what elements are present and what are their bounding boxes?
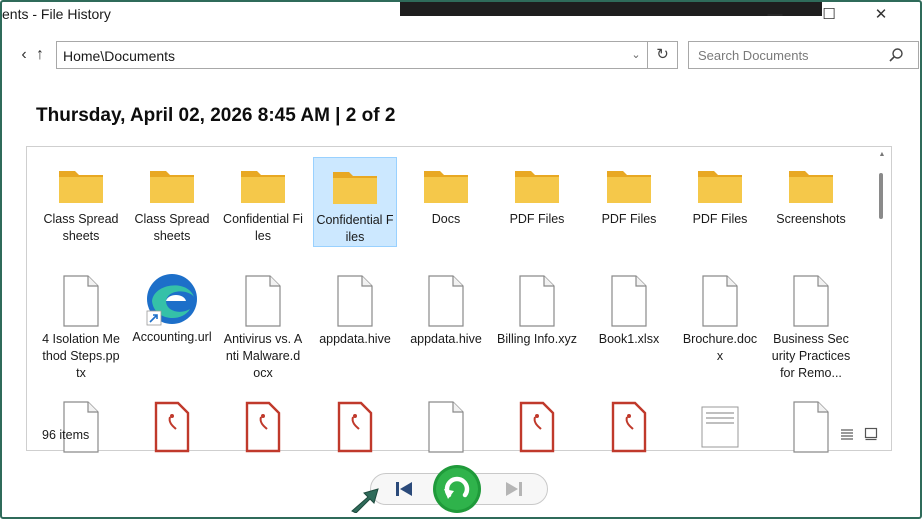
search-box[interactable]: Search Documents: [688, 41, 919, 69]
previous-version-button[interactable]: [390, 475, 418, 503]
item-label: 4 Isolation Method Steps.pptx: [42, 332, 120, 380]
folder-item[interactable]: Class Spreadsheets: [39, 157, 123, 245]
folder-icon: [424, 171, 468, 203]
file-icon: [337, 275, 373, 327]
folder-icon: [241, 171, 285, 203]
details-view-icon[interactable]: [840, 427, 854, 441]
item-label: Docs: [431, 212, 461, 226]
item-label: Brochure.docx: [682, 332, 758, 363]
file-icon: [793, 275, 829, 327]
folder-item[interactable]: Docs: [404, 157, 488, 228]
folder-item[interactable]: PDF Files: [587, 157, 671, 228]
item-label: Screenshots: [776, 212, 846, 226]
scroll-thumb[interactable]: [879, 173, 883, 219]
folder-icon: [333, 172, 377, 204]
up-button[interactable]: ↑: [30, 44, 50, 66]
item-label: appdata.hive: [319, 332, 391, 346]
maximize-button[interactable]: ☐: [814, 2, 844, 28]
item-label: Class Spreadsheets: [43, 212, 119, 243]
item-label: Business Security Practices for Remo...: [771, 332, 851, 380]
file-icon: [519, 275, 555, 327]
playback-controls: [340, 461, 560, 517]
item-label: Billing Info.xyz: [497, 332, 577, 346]
item-label: PDF Files: [601, 212, 657, 226]
minimize-button[interactable]: —: [760, 2, 790, 28]
folder-icon: [698, 171, 742, 203]
separator: |: [329, 105, 346, 126]
file-icon: [428, 275, 464, 327]
item-label: Accounting.url: [132, 330, 212, 344]
item-label: Antivirus vs. Anti Malware.docx: [223, 332, 303, 380]
title-bar: ents - File History — ☐ ✕: [2, 2, 920, 28]
search-icon[interactable]: [888, 47, 904, 63]
search-placeholder: Search Documents: [698, 48, 809, 63]
edge-icon: [146, 274, 197, 326]
file-icon: [611, 275, 647, 327]
folder-icon: [150, 171, 194, 203]
file-item[interactable]: Accounting.url: [130, 271, 214, 346]
refresh-button[interactable]: ↻: [648, 41, 678, 69]
folder-icon: [59, 171, 103, 203]
folder-item[interactable]: Confidential Files: [313, 157, 397, 247]
folder-item[interactable]: Screenshots: [769, 157, 853, 228]
backup-timestamp: Thursday, April 02, 2026 8:45 AM | 2 of …: [36, 105, 395, 127]
address-dropdown-button[interactable]: ⌄: [627, 45, 645, 65]
folder-item[interactable]: PDF Files: [495, 157, 579, 228]
backup-datetime: Thursday, April 02, 2026 8:45 AM: [36, 105, 330, 126]
address-bar[interactable]: Home\Documents ⌄: [56, 41, 648, 69]
item-label: PDF Files: [509, 212, 565, 226]
item-label: PDF Files: [692, 212, 748, 226]
file-pane: Class Spreadsheets Class Spreadsheets Conf…: [26, 146, 892, 453]
file-item[interactable]: Billing Info.xyz: [495, 271, 579, 348]
restore-button[interactable]: [431, 463, 483, 515]
file-item[interactable]: appdata.hive: [404, 271, 488, 348]
item-label: Confidential Files: [223, 212, 303, 243]
large-icons-view-icon[interactable]: [864, 427, 878, 441]
scroll-up-icon[interactable]: ▲: [877, 151, 887, 161]
next-version-button[interactable]: [500, 475, 528, 503]
status-bar: 96 items: [26, 424, 892, 446]
window-title: ents - File History: [2, 6, 111, 22]
pointer-arrow-icon: [351, 488, 379, 513]
file-icon: [702, 275, 738, 327]
item-label: Class Spreadsheets: [134, 212, 210, 243]
vertical-scrollbar[interactable]: ▲: [877, 151, 887, 421]
folder-icon: [515, 171, 559, 203]
folder-item[interactable]: Confidential Files: [221, 157, 305, 245]
item-label: appdata.hive: [410, 332, 482, 346]
file-item[interactable]: appdata.hive: [313, 271, 397, 348]
folder-icon: [789, 171, 833, 203]
folder-icon: [607, 171, 651, 203]
file-item[interactable]: Brochure.docx: [678, 271, 762, 365]
item-label: Confidential Files: [316, 213, 394, 244]
folder-item[interactable]: Class Spreadsheets: [130, 157, 214, 245]
item-label: Book1.xlsx: [598, 332, 660, 346]
file-item[interactable]: Book1.xlsx: [587, 271, 671, 348]
overlay-strip: [400, 2, 822, 16]
close-button[interactable]: ✕: [866, 2, 896, 28]
file-item[interactable]: Antivirus vs. Anti Malware.docx: [221, 271, 305, 382]
file-item[interactable]: 4 Isolation Method Steps.pptx: [39, 271, 123, 382]
file-item[interactable]: Business Security Practices for Remo...: [769, 271, 853, 382]
folder-item[interactable]: PDF Files: [678, 157, 762, 228]
file-icon: [245, 275, 281, 327]
navigation-bar: ‹ ↑ Home\Documents ⌄ ↻ Search Documents: [2, 38, 920, 72]
item-count: 96 items: [42, 428, 90, 442]
address-text: Home\Documents: [63, 48, 176, 64]
file-icon: [63, 275, 99, 327]
backup-position: 2 of 2: [345, 105, 396, 126]
